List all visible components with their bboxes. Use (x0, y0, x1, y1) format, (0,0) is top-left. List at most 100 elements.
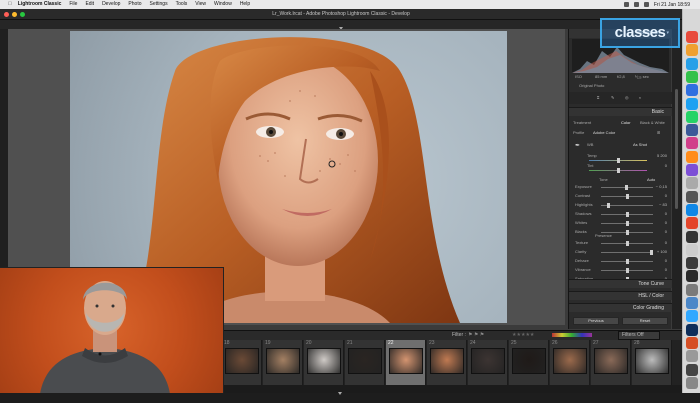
flag-filter-icons[interactable]: ⚑ ⚑ ⚑ (468, 332, 484, 338)
menu-window[interactable]: Window (214, 0, 232, 9)
temp-value[interactable]: 5 200 (657, 153, 667, 158)
filmstrip-thumbnail[interactable]: 28 (632, 340, 672, 385)
dock-app-icon[interactable] (686, 57, 698, 70)
filmstrip-thumbnail[interactable]: 21 (345, 340, 385, 385)
slider-thumb[interactable] (626, 268, 629, 273)
treatment-color-button[interactable]: Color (621, 120, 631, 125)
filmstrip[interactable]: 18 19 20 21 22 23 24 25 26 27 28 (222, 340, 682, 385)
filmstrip-thumbnail[interactable]: 20 (304, 340, 344, 385)
adjustment-slider[interactable] (601, 194, 653, 199)
right-panel-scrollbar[interactable] (672, 29, 682, 329)
dock-app-icon[interactable] (686, 177, 698, 190)
status-icon[interactable] (623, 2, 629, 7)
bottom-panel-toggle[interactable] (222, 385, 682, 395)
mask-tool-icon[interactable]: ◐ (639, 95, 641, 100)
dock-app-icon[interactable] (686, 164, 698, 176)
color-grading-panel-header[interactable]: Color Grading (569, 303, 672, 312)
dock-app-icon[interactable] (686, 150, 698, 163)
dock-app-icon[interactable] (686, 70, 698, 83)
dock-app-icon[interactable] (686, 270, 698, 283)
dock-app-icon[interactable] (686, 297, 698, 309)
slider-thumb[interactable] (625, 185, 628, 190)
dock-app-icon[interactable] (686, 323, 698, 336)
dock-app-icon[interactable] (686, 243, 698, 256)
crop-tool-icon[interactable]: ⌗ (597, 95, 599, 100)
treatment-bw-button[interactable]: Black & White (640, 120, 665, 125)
menu-file[interactable]: File (69, 0, 77, 9)
dock-app-icon[interactable] (686, 310, 698, 323)
slider-value[interactable]: 0 (665, 211, 667, 216)
wb-dropdown[interactable]: As Shot (633, 142, 647, 147)
menu-view[interactable]: View (195, 0, 206, 9)
dock-app-icon[interactable] (686, 110, 698, 123)
filmstrip-thumbnail[interactable]: 25 (509, 340, 549, 385)
dock-app-icon[interactable] (686, 44, 698, 57)
slider-thumb[interactable] (626, 194, 629, 199)
dock-app-icon[interactable] (686, 230, 698, 243)
menu-tools[interactable]: Tools (176, 0, 188, 9)
tint-value[interactable]: 0 (665, 163, 667, 168)
adjustment-slider[interactable] (601, 221, 653, 226)
filmstrip-thumbnail[interactable]: 27 (591, 340, 631, 385)
slider-thumb[interactable] (626, 241, 629, 246)
wifi-icon[interactable] (633, 2, 639, 7)
app-menu[interactable]: Lightroom Classic (18, 0, 62, 9)
adjustment-slider[interactable] (601, 268, 653, 273)
dock-app-icon[interactable] (686, 124, 698, 137)
dock-app-icon[interactable] (686, 203, 698, 216)
wb-eyedropper-icon[interactable]: ✒ (575, 142, 580, 149)
menu-photo[interactable]: Photo (128, 0, 141, 9)
filmstrip-thumbnail[interactable]: 23 (427, 340, 467, 385)
original-photo-checkbox[interactable]: Original Photo (579, 83, 604, 88)
heal-tool-icon[interactable]: ✎ (611, 95, 614, 100)
adjustment-slider[interactable] (601, 241, 653, 246)
previous-button[interactable]: Previous (573, 317, 619, 325)
tone-auto-button[interactable]: Auto (647, 177, 655, 182)
basic-panel-header[interactable]: Basic (569, 107, 672, 116)
search-icon[interactable] (643, 2, 649, 7)
dock-app-icon[interactable] (686, 376, 698, 389)
dock-app-icon[interactable] (686, 363, 698, 376)
filters-off-dropdown[interactable]: Filters Off (618, 331, 660, 340)
slider-thumb[interactable] (626, 259, 629, 264)
slider-thumb[interactable] (626, 221, 629, 226)
menu-edit[interactable]: Edit (85, 0, 94, 9)
slider-thumb[interactable] (626, 230, 629, 235)
color-label-filter[interactable] (552, 333, 592, 337)
tone-curve-panel-header[interactable]: Tone Curve (569, 279, 672, 288)
slider-value[interactable]: 0 (665, 258, 667, 263)
dock-app-icon[interactable] (686, 350, 698, 363)
filmstrip-thumbnail[interactable]: 19 (263, 340, 303, 385)
menu-help[interactable]: Help (240, 0, 250, 9)
dock-app-icon[interactable] (686, 283, 698, 296)
apple-menu-icon[interactable]:  (8, 0, 12, 9)
temp-slider[interactable] (589, 158, 647, 163)
slider-value[interactable]: − 0,15 (656, 184, 667, 189)
filmstrip-thumbnail[interactable]: 24 (468, 340, 508, 385)
slider-value[interactable]: 0 (665, 229, 667, 234)
dock-app-icon[interactable] (686, 190, 698, 203)
adjustment-slider[interactable] (601, 203, 653, 208)
slider-value[interactable]: 0 (665, 267, 667, 272)
dock-app-icon[interactable] (686, 31, 698, 43)
filmstrip-thumbnail[interactable]: 18 (222, 340, 262, 385)
dock-app-icon[interactable] (686, 257, 698, 270)
menu-clock[interactable]: Fri 21 Jan 18:59 (654, 2, 690, 8)
dock-app-icon[interactable] (686, 97, 698, 110)
reset-button[interactable]: Reset (622, 317, 668, 325)
adjustment-slider[interactable] (601, 185, 653, 190)
slider-value[interactable]: 0 (665, 220, 667, 225)
temp-slider-thumb[interactable] (617, 158, 620, 163)
redeye-tool-icon[interactable]: ◎ (625, 95, 629, 100)
hsl-panel-header[interactable]: HSL / Color (569, 291, 672, 300)
filmstrip-thumbnail[interactable]: 26 (550, 340, 590, 385)
dock-app-icon[interactable] (686, 336, 698, 349)
rating-filter-icons[interactable]: ★★★★★ (512, 332, 534, 338)
menu-settings[interactable]: Settings (150, 0, 168, 9)
slider-thumb[interactable] (626, 212, 629, 217)
slider-value[interactable]: − 83 (659, 202, 667, 207)
slider-thumb[interactable] (607, 203, 610, 208)
slider-thumb[interactable] (650, 250, 653, 255)
adjustment-slider[interactable] (601, 250, 653, 255)
slider-value[interactable]: + 100 (657, 249, 667, 254)
